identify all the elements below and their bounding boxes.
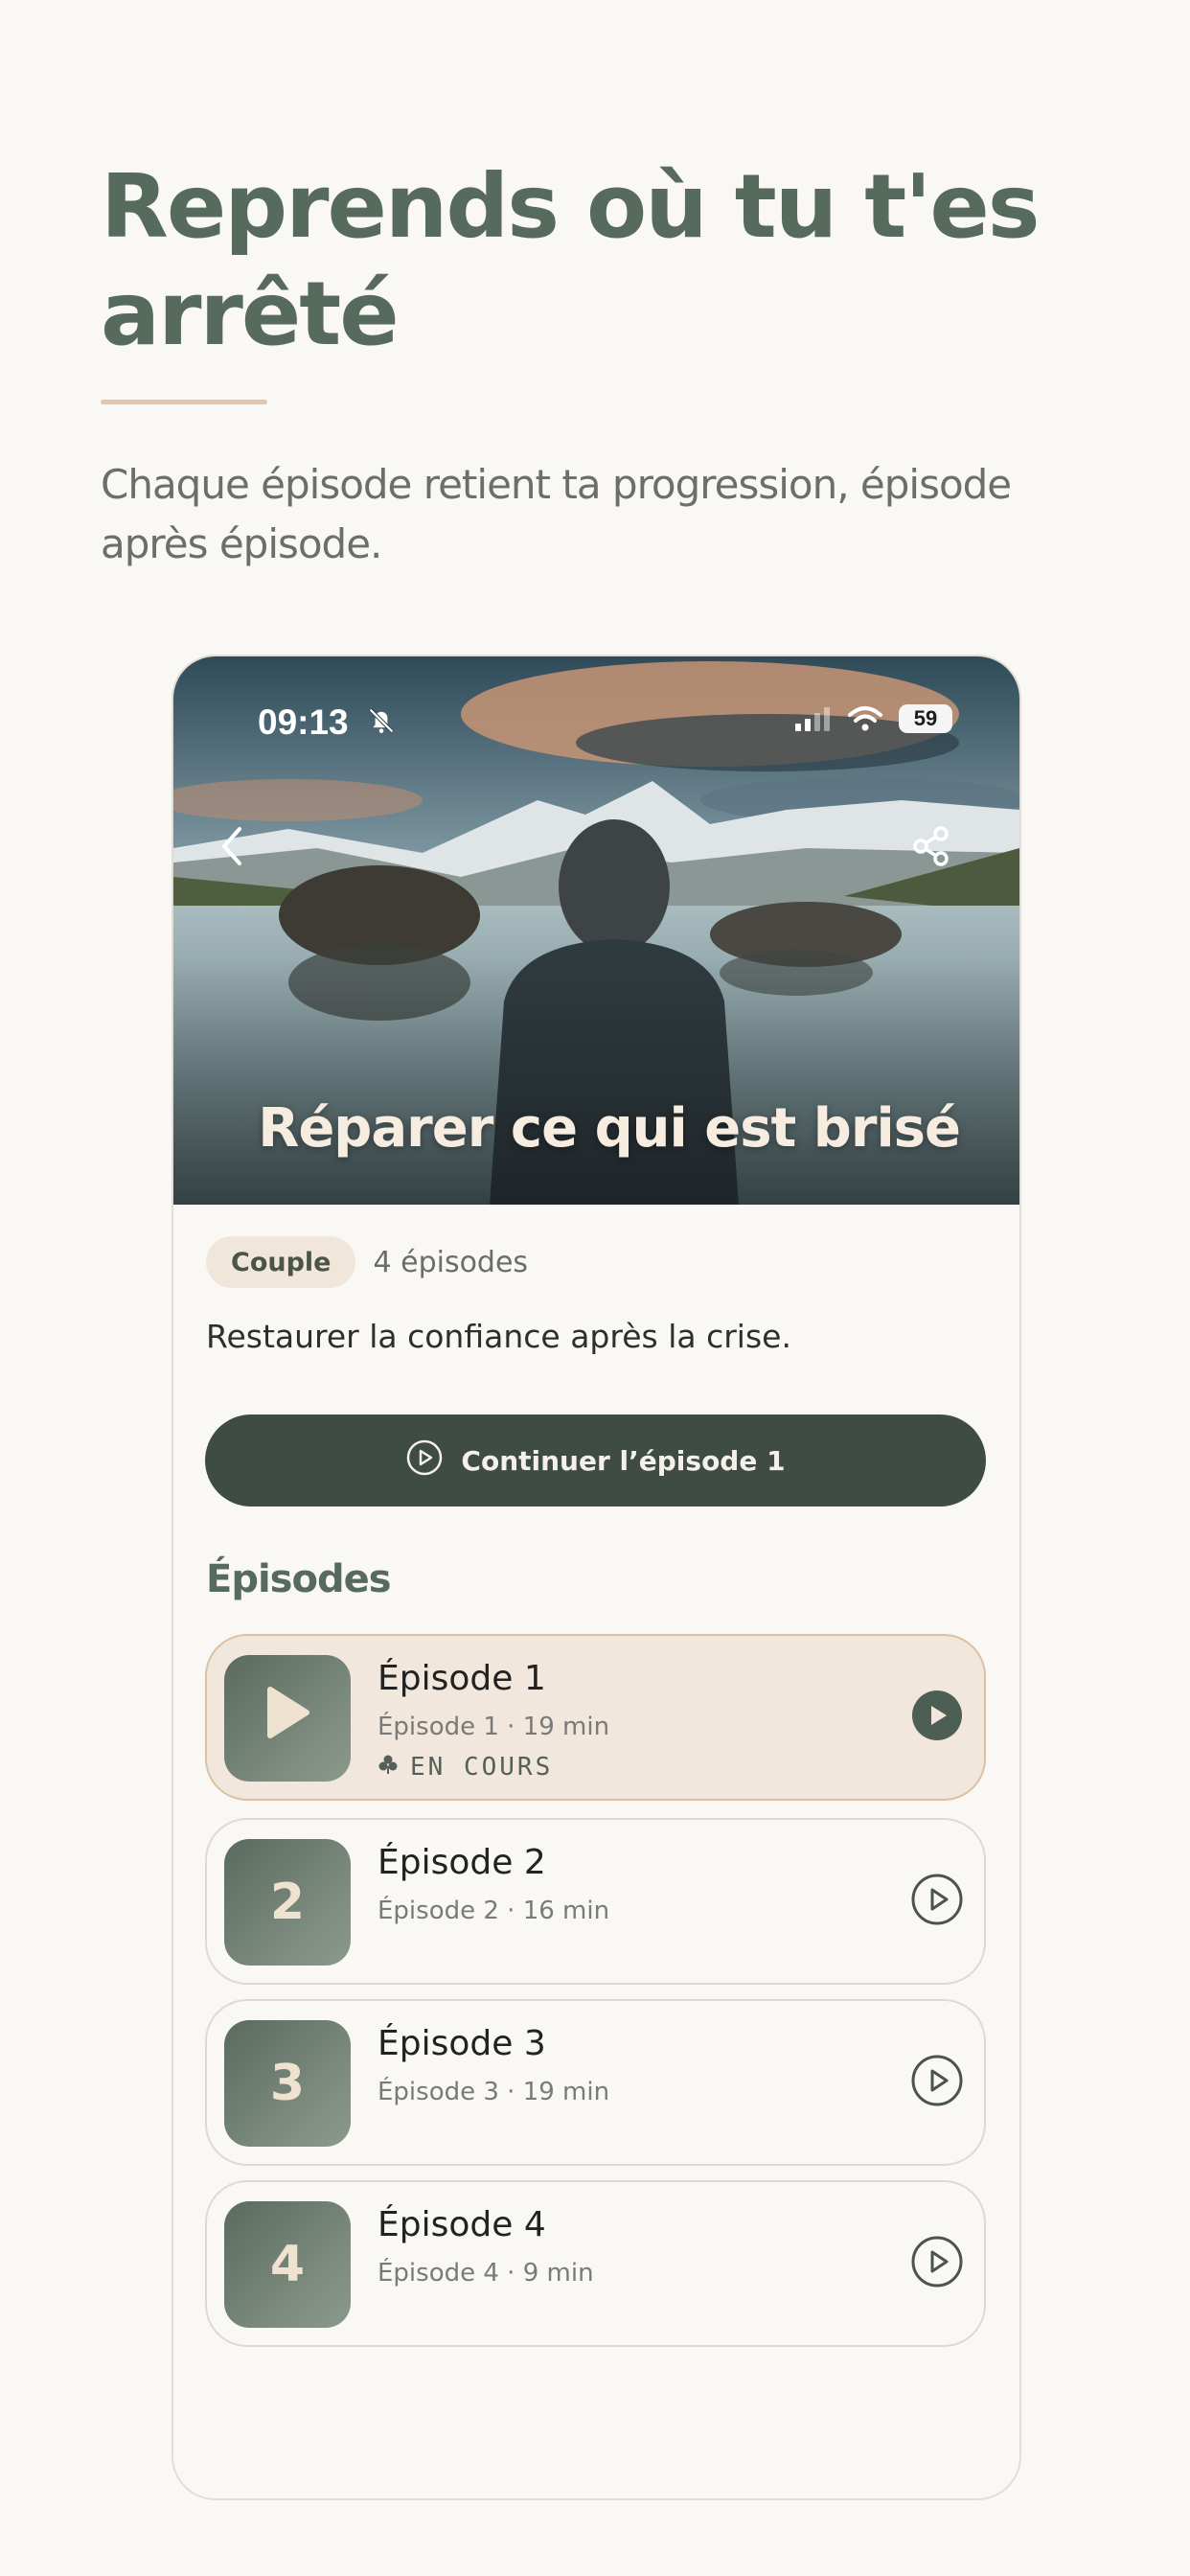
- play-icon: [263, 1686, 312, 1752]
- silent-bell-icon: [365, 704, 398, 737]
- episode-title: Épisode 1: [378, 1659, 546, 1698]
- hero-image: 09:13 59 Réparer ce qui est brisé: [173, 656, 1019, 1205]
- back-button[interactable]: [206, 819, 260, 873]
- episodes-section-title: Épisodes: [206, 1557, 392, 1601]
- clover-icon: [378, 1753, 399, 1782]
- episode-subtitle: Épisode 2 · 16 min: [378, 1897, 610, 1925]
- episode-count: 4 épisodes: [373, 1245, 529, 1279]
- episode-play-button[interactable]: [909, 2055, 965, 2110]
- signal-icon: [793, 706, 832, 731]
- category-tag[interactable]: Couple: [206, 1236, 356, 1288]
- play-circle-icon: [405, 1438, 444, 1484]
- continue-label: Continuer l’épisode 1: [461, 1444, 786, 1477]
- page-subtitle: Chaque épisode retient ta progression, é…: [101, 461, 1012, 567]
- battery-indicator: 59: [899, 704, 952, 733]
- episode-subtitle: Épisode 4 · 9 min: [378, 2259, 594, 2288]
- episode-title: Épisode 3: [378, 2024, 546, 2063]
- episode-status: EN COURS: [378, 1753, 553, 1782]
- program-title: Réparer ce qui est brisé: [258, 1097, 961, 1160]
- play-filled-icon: [910, 1689, 964, 1746]
- page-headline: Reprends où tu t'es arrêté: [101, 155, 1041, 365]
- episode-thumbnail: [224, 1655, 351, 1782]
- share-button[interactable]: [904, 819, 958, 873]
- episode-play-button[interactable]: [909, 1690, 965, 1745]
- episode-thumbnail: 4: [224, 2201, 351, 2328]
- episode-play-button[interactable]: [909, 1874, 965, 1929]
- program-meta: Couple 4 épisodes: [206, 1236, 528, 1288]
- episode-status-label: EN COURS: [410, 1753, 554, 1782]
- episode-subtitle: Épisode 1 · 19 min: [378, 1713, 610, 1741]
- play-circle-icon: [910, 1873, 964, 1930]
- episode-thumbnail: 3: [224, 2020, 351, 2147]
- episode-play-button[interactable]: [909, 2236, 965, 2291]
- episode-card[interactable]: 3 Épisode 3 Épisode 3 · 19 min: [205, 1999, 986, 2166]
- episode-card[interactable]: Épisode 1 Épisode 1 · 19 min EN COURS: [205, 1634, 986, 1801]
- continue-episode-button[interactable]: Continuer l’épisode 1: [205, 1414, 986, 1506]
- episode-subtitle: Épisode 3 · 19 min: [378, 2078, 610, 2106]
- episode-card[interactable]: 4 Épisode 4 Épisode 4 · 9 min: [205, 2180, 986, 2347]
- accent-divider: [101, 400, 267, 404]
- program-description: Restaurer la confiance après la crise.: [206, 1318, 791, 1355]
- play-circle-icon: [910, 2054, 964, 2111]
- play-circle-icon: [910, 2235, 964, 2292]
- status-time: 09:13: [258, 702, 349, 742]
- wifi-icon: [847, 705, 883, 732]
- episode-title: Épisode 4: [378, 2205, 546, 2244]
- episode-title: Épisode 2: [378, 1843, 546, 1882]
- episode-thumbnail: 2: [224, 1839, 351, 1966]
- episode-card[interactable]: 2 Épisode 2 Épisode 2 · 16 min: [205, 1818, 986, 1985]
- phone-mockup: 09:13 59 Réparer ce qui est brisé Couple: [172, 655, 1021, 2500]
- status-indicators: 59: [793, 704, 952, 733]
- share-icon: [912, 826, 950, 866]
- chevron-left-icon: [218, 825, 247, 867]
